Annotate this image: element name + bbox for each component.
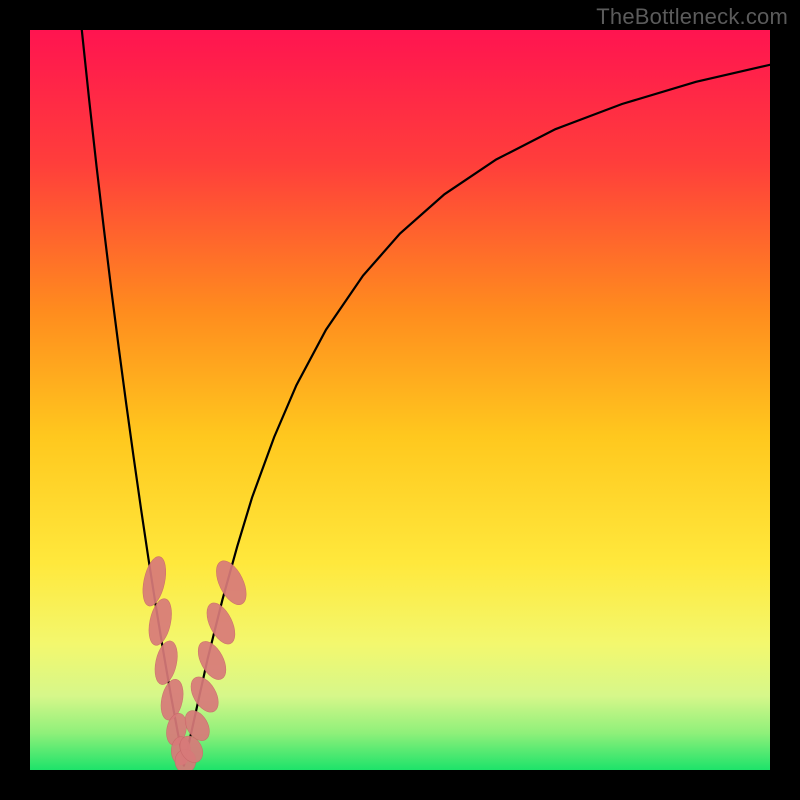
bottleneck-chart <box>30 30 770 770</box>
gradient-background <box>30 30 770 770</box>
chart-frame: TheBottleneck.com <box>0 0 800 800</box>
watermark-text: TheBottleneck.com <box>596 4 788 30</box>
